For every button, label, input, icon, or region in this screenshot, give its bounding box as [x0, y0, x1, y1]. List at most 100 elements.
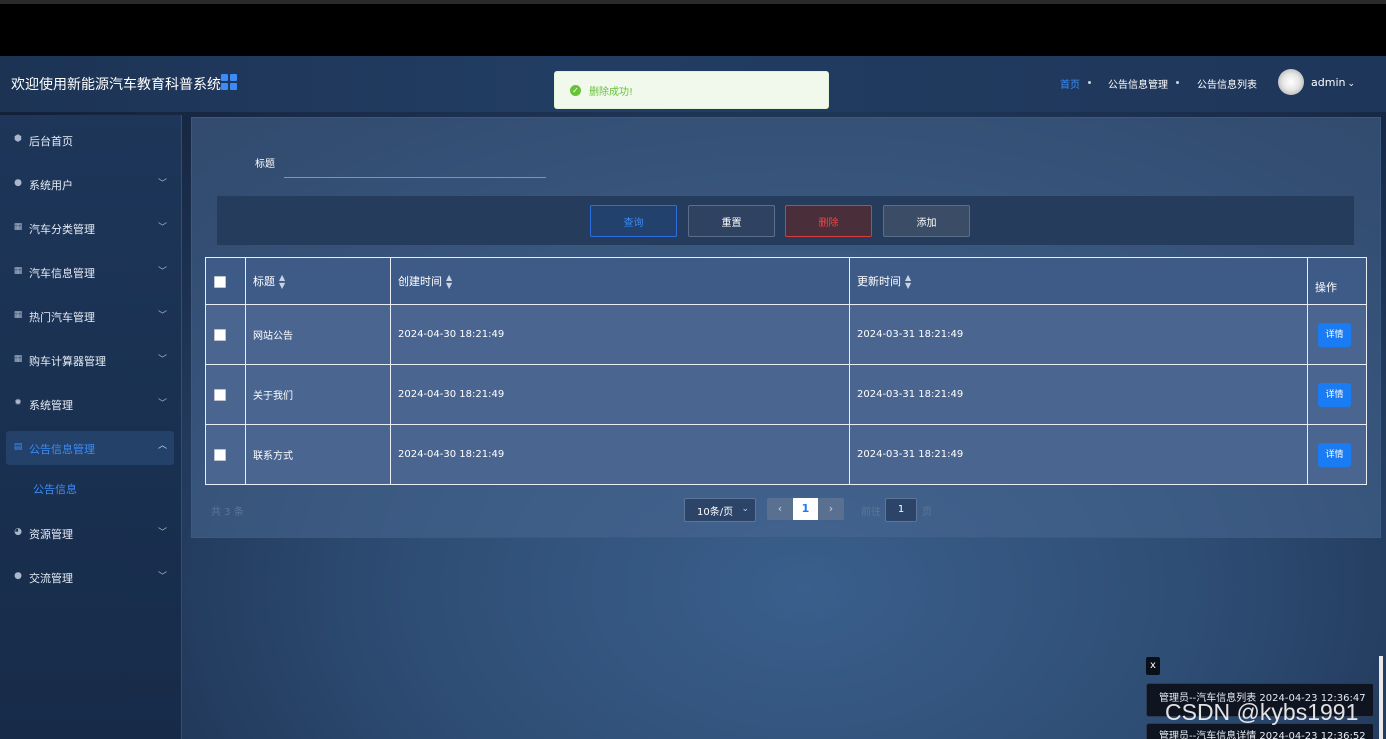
chevron-down-icon: ﹀ — [158, 311, 168, 321]
sidebar-item-system-management[interactable]: ✹ 系统管理 ﹀ — [0, 388, 182, 420]
reset-button[interactable]: 重置 — [688, 205, 775, 237]
sidebar-item-dashboard[interactable]: ⬢ 后台首页 — [0, 124, 182, 156]
screen-top-strip — [0, 0, 1386, 4]
table-row: 关于我们 2024-04-30 18:21:49 2024-03-31 18:2… — [205, 364, 1367, 425]
apps-icon: ▦ — [13, 310, 23, 320]
topnav-notice-management[interactable]: 公告信息管理 — [1108, 76, 1168, 91]
sidebar-subitem-notice-info[interactable]: 公告信息 — [33, 481, 77, 497]
sidebar-item-label: 购车计算器管理 — [29, 355, 106, 368]
apps-icon: ▦ — [13, 266, 23, 276]
row-checkbox[interactable] — [214, 448, 226, 461]
scrollbar[interactable] — [1379, 656, 1383, 739]
query-button[interactable]: 查询 — [590, 205, 677, 237]
chevron-down-icon: ﹀ — [158, 572, 168, 582]
user-name: admin — [1311, 76, 1346, 89]
sidebar-item-label: 系统用户 — [29, 179, 73, 192]
search-title-input[interactable] — [284, 151, 546, 178]
cell-actions: 详情 — [1307, 424, 1367, 485]
pagination-total: 共 3 条 — [211, 507, 244, 518]
table-row: 网站公告 2024-04-30 18:21:49 2024-03-31 18:2… — [205, 304, 1367, 365]
cell-title: 网站公告 — [245, 304, 391, 365]
toast-message: 删除成功! — [589, 86, 634, 98]
cell-created: 2024-04-30 18:21:49 — [390, 424, 850, 485]
column-header-label: 更新时间 — [857, 274, 901, 288]
cell-updated: 2024-03-31 18:21:49 — [849, 424, 1308, 485]
topnav-separator-dot — [1088, 81, 1091, 84]
cell-updated: 2024-03-31 18:21:49 — [849, 304, 1308, 365]
sidebar-item-resources[interactable]: ◕ 资源管理 ﹀ — [0, 517, 182, 549]
cell-created: 2024-04-30 18:21:49 — [390, 304, 850, 365]
chevron-down-icon: ⌄ — [741, 504, 749, 514]
select-all-cell — [205, 257, 246, 305]
sidebar-item-car-category[interactable]: ▦ 汽车分类管理 ﹀ — [0, 212, 182, 244]
sidebar-item-calculator[interactable]: ▦ 购车计算器管理 ﹀ — [0, 344, 182, 376]
success-toast: ✓ 删除成功! — [554, 71, 829, 109]
chevron-down-icon: ⌄ — [1347, 79, 1356, 89]
chevron-down-icon: ﹀ — [158, 179, 168, 189]
sidebar-item-hot-cars[interactable]: ▦ 热门汽车管理 ﹀ — [0, 300, 182, 332]
chevron-down-icon: ﹀ — [158, 399, 168, 409]
screen-top-bar — [0, 0, 1386, 56]
column-header-title[interactable]: 标题 ▲ ▼ — [245, 257, 391, 305]
sidebar-item-label: 热门汽车管理 — [29, 311, 95, 324]
apps-icon: ▦ — [13, 222, 23, 232]
sort-icon[interactable]: ▲ ▼ — [446, 273, 452, 290]
column-header-label: 标题 — [253, 274, 275, 288]
sidebar-item-notice-management[interactable]: ▤ 公告信息管理 ︿ — [6, 431, 174, 465]
user-menu[interactable]: admin ⌄ — [1311, 76, 1355, 89]
chevron-down-icon: ﹀ — [158, 267, 168, 277]
sort-icon[interactable]: ▲ ▼ — [905, 273, 911, 290]
column-header-label: 创建时间 — [398, 274, 442, 288]
goto-label: 前往 — [861, 507, 881, 518]
column-header-created[interactable]: 创建时间 ▲ ▼ — [390, 257, 850, 305]
menu-toggle-icon[interactable] — [221, 74, 237, 90]
add-button[interactable]: 添加 — [883, 205, 970, 237]
topnav-notice-list[interactable]: 公告信息列表 — [1197, 76, 1257, 91]
current-page-button[interactable]: 1 — [793, 498, 818, 520]
notice-table: 标题 ▲ ▼ 创建时间 ▲ ▼ 更新时间 ▲ ▼ 操作 网站公告 2024-04-30 18… — [205, 257, 1367, 485]
row-select-cell — [205, 364, 246, 425]
chevron-down-icon: ﹀ — [158, 355, 168, 365]
column-header-actions: 操作 — [1307, 257, 1367, 305]
page-size-select[interactable]: 10条/页 ⌄ — [684, 498, 756, 522]
sidebar-item-label: 交流管理 — [29, 572, 73, 585]
prev-page-button[interactable]: ‹ — [767, 498, 793, 520]
pie-chart-icon: ◕ — [14, 527, 22, 537]
detail-button[interactable]: 详情 — [1318, 322, 1351, 347]
delete-button[interactable]: 删除 — [785, 205, 872, 237]
next-page-button[interactable]: › — [818, 498, 844, 520]
cell-actions: 详情 — [1307, 364, 1367, 425]
log-close-button[interactable]: x — [1146, 657, 1160, 675]
app-window: 欢迎使用新能源汽车教育科普系统 首页 公告信息管理 公告信息列表 admin ⌄ … — [0, 56, 1386, 739]
sidebar-item-label: 资源管理 — [29, 528, 73, 541]
row-select-cell — [205, 424, 246, 485]
watermark: CSDN @kybs1991 — [1165, 699, 1359, 725]
table-row: 联系方式 2024-04-30 18:21:49 2024-03-31 18:2… — [205, 424, 1367, 485]
sidebar-item-label: 后台首页 — [29, 135, 73, 148]
goto-page-input[interactable]: 1 — [885, 498, 917, 522]
page-size-value: 10条/页 — [697, 506, 734, 518]
cell-updated: 2024-03-31 18:21:49 — [849, 364, 1308, 425]
topnav-home[interactable]: 首页 — [1060, 76, 1080, 91]
detail-button[interactable]: 详情 — [1318, 382, 1351, 407]
sidebar-item-label: 汽车信息管理 — [29, 267, 95, 280]
sidebar: ⬢ 后台首页 ● 系统用户 ﹀ ▦ 汽车分类管理 ﹀ ▦ 汽车信息管理 ﹀ ▦ … — [0, 115, 182, 739]
column-header-updated[interactable]: 更新时间 ▲ ▼ — [849, 257, 1308, 305]
table-header-row: 标题 ▲ ▼ 创建时间 ▲ ▼ 更新时间 ▲ ▼ 操作 — [205, 257, 1367, 305]
gear-icon: ✹ — [14, 398, 22, 408]
chevron-down-icon: ﹀ — [158, 223, 168, 233]
row-checkbox[interactable] — [214, 388, 226, 401]
chat-icon: ● — [14, 571, 22, 581]
row-checkbox[interactable] — [214, 328, 226, 341]
goto-page-suffix: 页 — [922, 507, 932, 518]
topnav-separator-dot — [1176, 81, 1179, 84]
sidebar-item-system-users[interactable]: ● 系统用户 ﹀ — [0, 168, 182, 200]
select-all-checkbox[interactable] — [214, 275, 226, 288]
avatar[interactable] — [1278, 69, 1304, 95]
sidebar-item-car-info[interactable]: ▦ 汽车信息管理 ﹀ — [0, 256, 182, 288]
detail-button[interactable]: 详情 — [1318, 442, 1351, 467]
cell-actions: 详情 — [1307, 304, 1367, 365]
home-icon: ⬢ — [14, 134, 22, 144]
sidebar-item-communication[interactable]: ● 交流管理 ﹀ — [0, 561, 182, 593]
sort-icon[interactable]: ▲ ▼ — [279, 273, 285, 290]
